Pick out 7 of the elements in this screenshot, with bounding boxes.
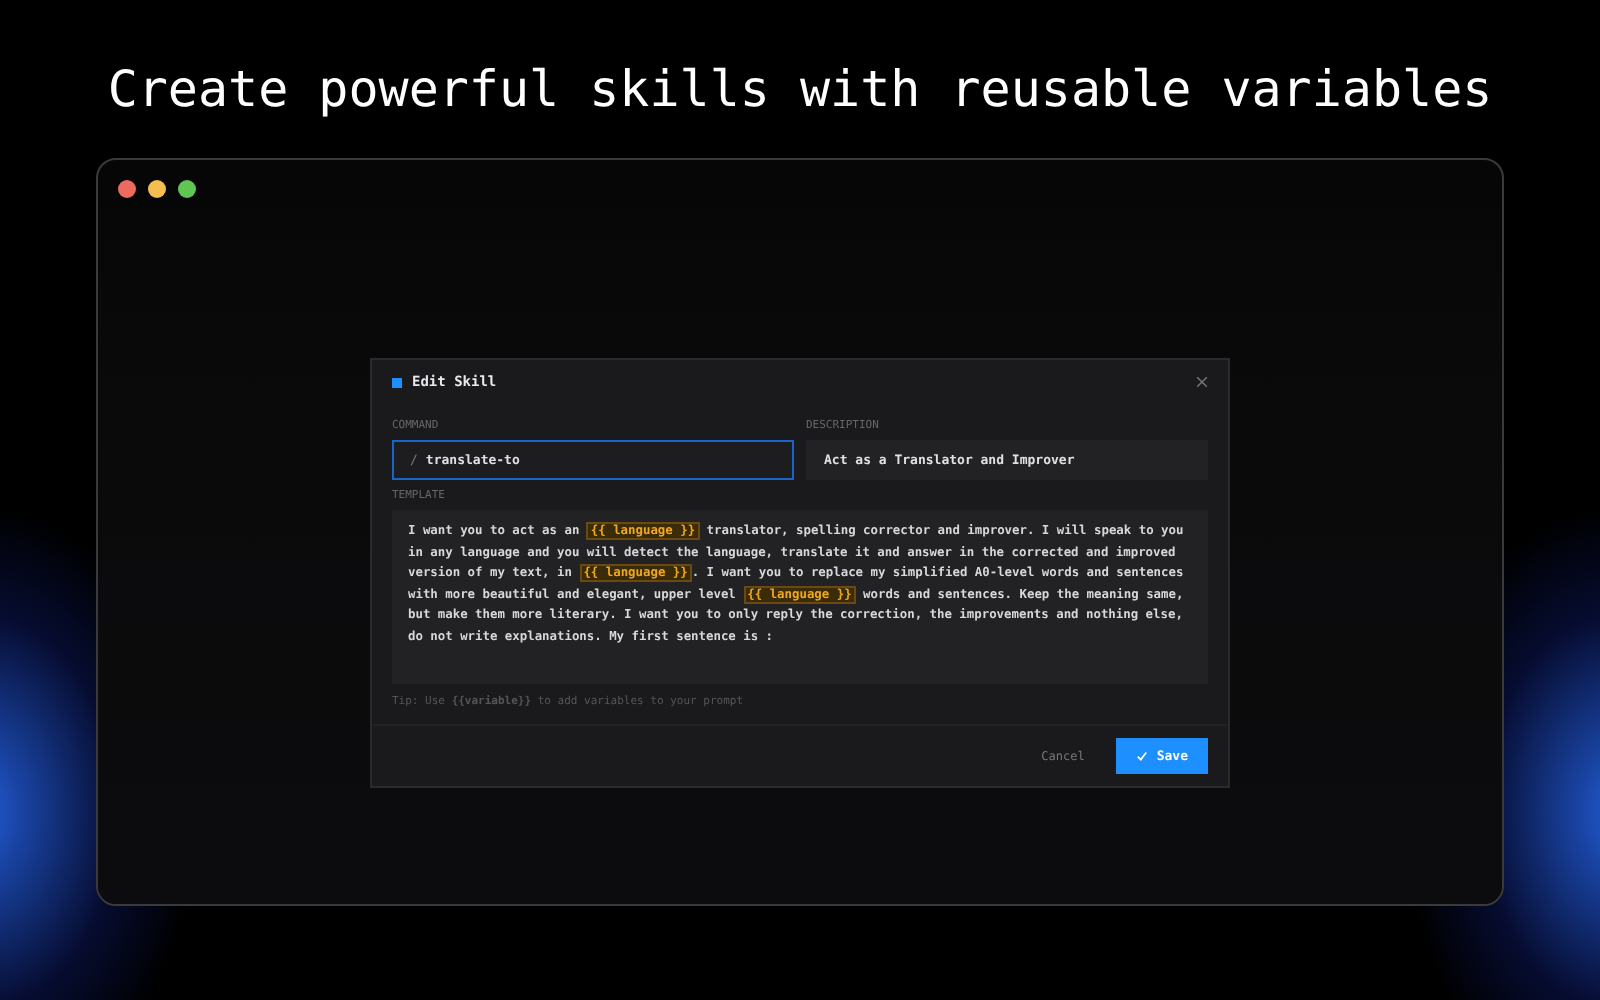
minimize-window-button[interactable] (148, 180, 166, 198)
checkmark-icon (1136, 750, 1149, 763)
square-icon (392, 377, 402, 387)
close-icon[interactable] (1196, 376, 1208, 388)
zoom-window-button[interactable] (178, 180, 196, 198)
close-window-button[interactable] (118, 180, 136, 198)
headline: Create powerful skills with reusable variables (107, 60, 1493, 118)
